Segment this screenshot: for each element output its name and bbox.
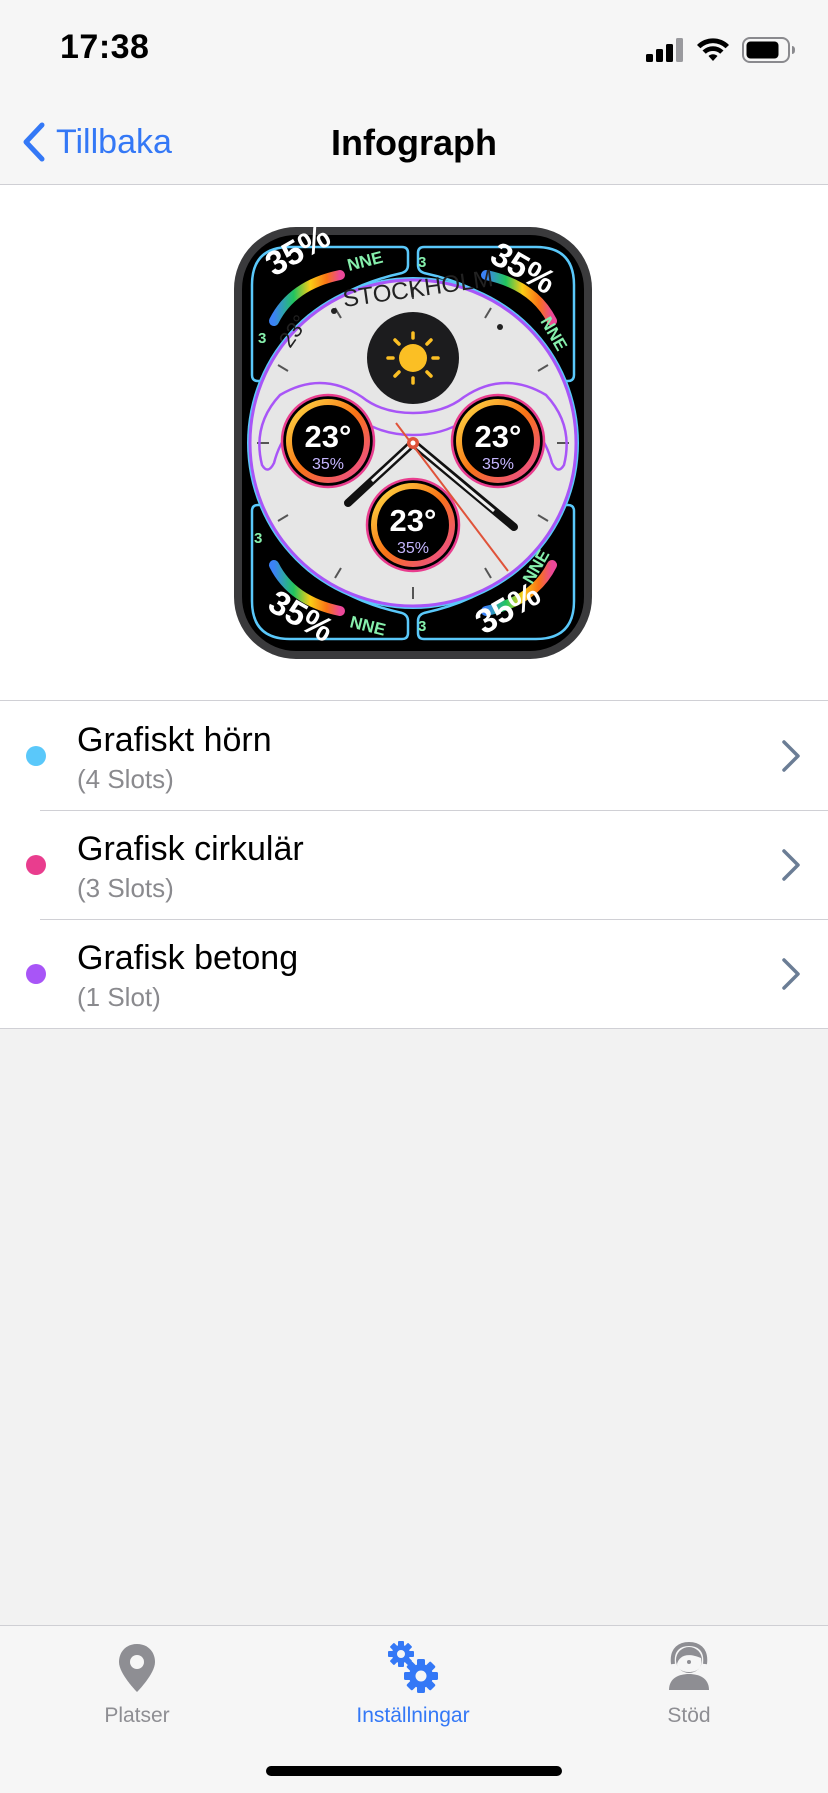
wifi-icon: [697, 38, 729, 61]
svg-text:3: 3: [418, 618, 426, 635]
list-item-subtitle: (1 Slot): [77, 982, 161, 1012]
color-dot: [26, 855, 46, 875]
list-item-title: Grafisk betong: [77, 939, 299, 977]
svg-text:23°: 23°: [390, 503, 437, 538]
chevron-right-icon: [782, 849, 800, 881]
chevron-right-icon: [782, 958, 800, 990]
cellular-signal-icon: [646, 38, 683, 62]
tab-stod[interactable]: Stöd: [589, 1638, 789, 1728]
list-item-graphic-bezel[interactable]: Grafisk betong (1 Slot): [0, 919, 828, 1028]
list-item-graphic-corner[interactable]: Grafiskt hörn (4 Slots): [0, 701, 828, 810]
infograph-watch-face: 35% 35% 35% 35% NNE NNE NNE NNE 3 3 3 3 …: [234, 217, 592, 659]
svg-text:35%: 35%: [482, 456, 514, 473]
tab-platser[interactable]: Platser: [37, 1638, 237, 1728]
page-title: Infograph: [331, 122, 497, 163]
list-item-graphic-circular[interactable]: Grafisk cirkulär (3 Slots): [0, 810, 828, 919]
complication-list: Grafiskt hörn (4 Slots) Grafisk cirkulär…: [0, 701, 828, 1029]
svg-text:3: 3: [418, 254, 426, 271]
support-agent-icon: [669, 1641, 709, 1690]
status-bar: 17:38: [0, 0, 828, 100]
color-dot: [26, 964, 46, 984]
navigation-bar: Tillbaka Infograph: [0, 100, 828, 185]
list-item-title: Grafisk cirkulär: [77, 830, 304, 868]
svg-text:35%: 35%: [312, 456, 344, 473]
status-icons: [646, 34, 796, 66]
tab-label: Inställningar: [356, 1704, 470, 1727]
watch-preview-panel: 35% 35% 35% 35% NNE NNE NNE NNE 3 3 3 3 …: [0, 185, 828, 701]
chevron-right-icon: [782, 740, 800, 772]
svg-text:3: 3: [254, 530, 262, 547]
status-time: 17:38: [60, 28, 150, 66]
svg-text:3: 3: [258, 330, 266, 347]
home-indicator: [266, 1766, 562, 1776]
gears-icon: [388, 1641, 438, 1693]
list-item-subtitle: (3 Slots): [77, 873, 174, 903]
list-item-subtitle: (4 Slots): [77, 764, 174, 794]
tab-installningar[interactable]: Inställningar: [313, 1638, 513, 1728]
tab-label: Platser: [104, 1704, 170, 1727]
location-pin-icon: [119, 1644, 155, 1692]
watch-face-preview: 35% 35% 35% 35% NNE NNE NNE NNE 3 3 3 3 …: [232, 217, 594, 661]
color-dot: [26, 746, 46, 766]
svg-text:35%: 35%: [397, 540, 429, 557]
battery-icon: [742, 37, 795, 63]
svg-text:23°: 23°: [305, 419, 352, 454]
list-item-title: Grafiskt hörn: [77, 721, 272, 759]
tab-label: Stöd: [667, 1704, 711, 1727]
svg-text:23°: 23°: [475, 419, 522, 454]
